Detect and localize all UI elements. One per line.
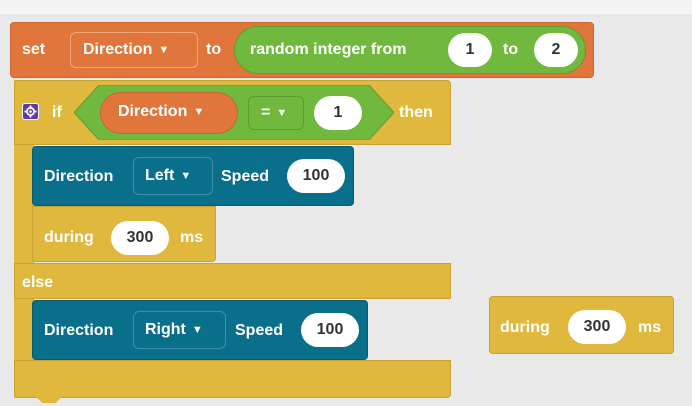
during-inner-label: during xyxy=(44,229,94,246)
if-bottom-bar xyxy=(14,360,451,398)
during-inner-input[interactable]: 300 xyxy=(111,221,169,255)
direction-right-speed-input[interactable]: 100 xyxy=(301,313,359,347)
chevron-down-icon: ▼ xyxy=(158,44,170,56)
during-floating-label: during xyxy=(500,319,550,336)
direction-right-dropdown[interactable]: Right ▼ xyxy=(133,311,226,349)
gear-icon[interactable] xyxy=(22,103,39,120)
chevron-down-icon: ▼ xyxy=(193,106,205,118)
condition-variable-dropdown[interactable]: Direction ▼ xyxy=(118,103,204,121)
direction-left-speed-label: Speed xyxy=(221,168,270,185)
direction-left-dropdown[interactable]: Left ▼ xyxy=(133,157,213,195)
direction-left-value: Left xyxy=(145,167,175,184)
direction-right-direction-label: Direction xyxy=(44,322,114,339)
direction-right-speed-label: Speed xyxy=(235,322,284,339)
direction-left-direction-label: Direction xyxy=(44,168,114,185)
random-to-label: to xyxy=(503,41,519,58)
direction-left-speed-input[interactable]: 100 xyxy=(287,159,345,193)
if-block-bottom-notch xyxy=(36,397,62,403)
operator-label: = xyxy=(261,104,271,121)
during-floating-unit: ms xyxy=(638,319,662,336)
random-integer-label: random integer from xyxy=(250,41,407,58)
condition-variable-label: Direction xyxy=(118,103,188,120)
else-label: else xyxy=(22,274,54,291)
else-bar xyxy=(14,263,451,299)
set-label: set xyxy=(22,41,46,58)
operator-dropdown[interactable]: = ▼ xyxy=(248,96,304,130)
set-variable-label: Direction xyxy=(83,41,153,58)
direction-right-value: Right xyxy=(145,321,186,338)
chevron-down-icon: ▼ xyxy=(180,170,192,182)
random-from-input[interactable]: 1 xyxy=(448,33,492,67)
set-to-label: to xyxy=(206,41,222,58)
set-variable-dropdown[interactable]: Direction ▼ xyxy=(70,32,198,68)
chevron-down-icon: ▼ xyxy=(276,107,288,119)
condition-value-input[interactable]: 1 xyxy=(314,96,362,130)
then-label: then xyxy=(399,104,433,121)
during-floating-input[interactable]: 300 xyxy=(568,310,626,344)
random-to-input[interactable]: 2 xyxy=(534,33,578,67)
during-inner-unit: ms xyxy=(180,229,204,246)
chevron-down-icon: ▼ xyxy=(191,324,203,336)
workspace-top-edge xyxy=(0,0,692,14)
if-label: if xyxy=(52,104,62,121)
